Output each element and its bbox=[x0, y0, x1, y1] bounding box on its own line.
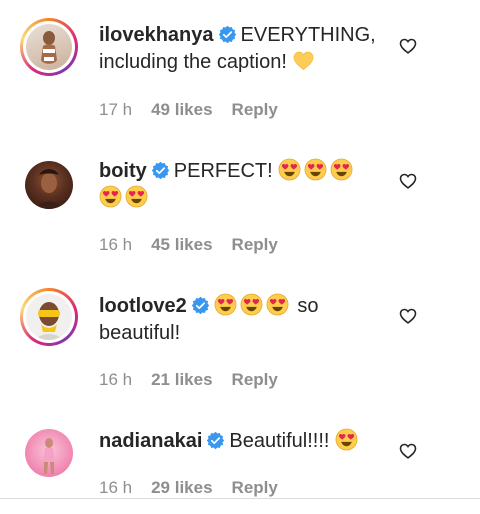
comment-meta: 16 h 29 likes Reply bbox=[99, 478, 297, 498]
comment-meta: 17 h 49 likes Reply bbox=[99, 100, 297, 120]
heart-eyes-emoji bbox=[240, 293, 263, 316]
comment-meta: 16 h 21 likes Reply bbox=[99, 370, 297, 390]
heart-eyes-emoji bbox=[304, 158, 327, 181]
comment-text: boity PERFECT! bbox=[99, 158, 389, 212]
comment-body: so bbox=[297, 295, 319, 317]
comment-username[interactable]: lootlove2 bbox=[99, 295, 187, 317]
heart-eyes-emoji bbox=[330, 158, 353, 181]
verified-badge-icon bbox=[217, 25, 237, 44]
heart-eyes-emoji bbox=[335, 428, 358, 451]
like-heart-icon[interactable] bbox=[398, 306, 418, 326]
avatar[interactable] bbox=[20, 156, 78, 214]
comment-username[interactable]: nadianakai bbox=[99, 430, 202, 452]
comment-text: ilovekhanya EVERYTHING, including the cap… bbox=[99, 22, 389, 76]
reply-button[interactable]: Reply bbox=[232, 478, 278, 497]
comment-meta: 16 h 45 likes Reply bbox=[99, 235, 297, 255]
avatar[interactable] bbox=[20, 18, 78, 76]
comment-username[interactable]: ilovekhanya bbox=[99, 24, 214, 46]
comment-body: PERFECT! bbox=[173, 160, 273, 182]
comment-username[interactable]: boity bbox=[99, 160, 147, 182]
likes-count[interactable]: 29 likes bbox=[151, 478, 212, 497]
comment-text: lootlove2 so beautiful! bbox=[99, 293, 389, 347]
like-heart-icon[interactable] bbox=[398, 171, 418, 191]
heart-eyes-emoji bbox=[214, 293, 237, 316]
avatar[interactable] bbox=[20, 288, 78, 346]
comment-time: 16 h bbox=[99, 235, 133, 254]
like-heart-icon[interactable] bbox=[398, 36, 418, 56]
likes-count[interactable]: 45 likes bbox=[151, 235, 212, 254]
comment-time: 16 h bbox=[99, 370, 133, 389]
likes-count[interactable]: 49 likes bbox=[151, 100, 212, 119]
reply-button[interactable]: Reply bbox=[232, 370, 278, 389]
comment-body: Beautiful!!!! bbox=[229, 430, 330, 452]
heart-eyes-emoji bbox=[278, 158, 301, 181]
comment-time: 17 h bbox=[99, 100, 133, 119]
verified-badge-icon bbox=[150, 161, 170, 180]
verified-badge-icon bbox=[206, 431, 226, 450]
heart-eyes-emoji bbox=[99, 185, 122, 208]
bottom-divider bbox=[0, 498, 480, 499]
comment-text: nadianakai Beautiful!!!! bbox=[99, 428, 389, 455]
yellow-heart-emoji bbox=[294, 51, 314, 70]
reply-button[interactable]: Reply bbox=[232, 100, 278, 119]
comment-time: 16 h bbox=[99, 478, 133, 497]
verified-badge-icon bbox=[190, 296, 210, 315]
comment-body-continued: beautiful! bbox=[99, 322, 181, 344]
comment-body-continued: including the caption! bbox=[99, 51, 287, 73]
heart-eyes-emoji bbox=[266, 293, 289, 316]
heart-eyes-emoji bbox=[125, 185, 148, 208]
avatar[interactable] bbox=[20, 424, 78, 482]
likes-count[interactable]: 21 likes bbox=[151, 370, 212, 389]
comment-body: EVERYTHING, bbox=[240, 24, 376, 46]
reply-button[interactable]: Reply bbox=[232, 235, 278, 254]
like-heart-icon[interactable] bbox=[398, 441, 418, 461]
